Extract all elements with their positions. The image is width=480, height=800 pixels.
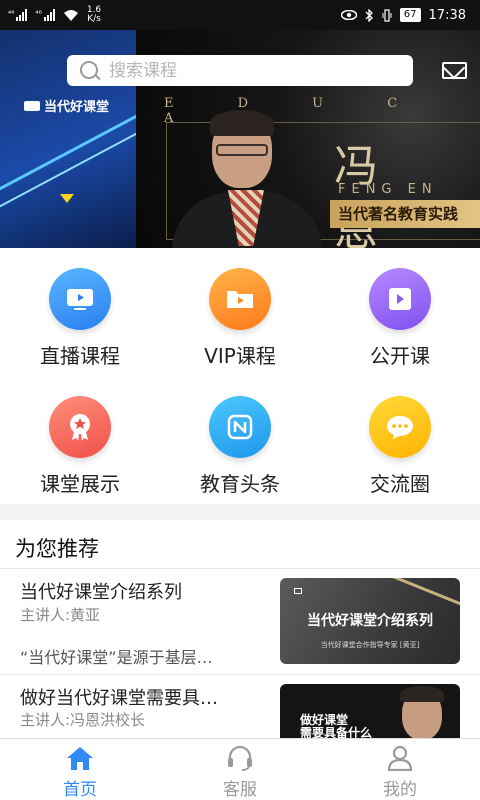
headset-icon xyxy=(228,745,252,771)
brand-logo: 当代好课堂 xyxy=(24,96,109,115)
tab-label: 客服 xyxy=(223,780,257,800)
menu-item-label: 公开课 xyxy=(370,344,430,368)
tab-mine[interactable]: 我的 xyxy=(320,739,480,800)
course-thumbnail: 做好课堂 需要具备什么 xyxy=(280,684,460,738)
menu-item-label: VIP课程 xyxy=(204,344,276,368)
category-menu: 直播课程 VIP课程 公开课 课堂展示 教育头条 交流圈 xyxy=(0,248,480,504)
decor-triangle xyxy=(60,194,74,203)
wifi-icon xyxy=(63,9,78,21)
sim2-label: ⁴⁶ xyxy=(35,9,42,18)
menu-item-vip-courses[interactable]: VIP课程 xyxy=(160,248,320,376)
signal-icon: ⁴⁶ xyxy=(8,9,28,21)
eye-icon xyxy=(340,10,357,20)
menu-item-label: 交流圈 xyxy=(370,472,430,496)
brand-logo-text: 当代好课堂 xyxy=(44,100,110,115)
folder-icon xyxy=(209,268,271,330)
search-input[interactable] xyxy=(109,60,389,81)
news-icon xyxy=(209,396,271,458)
chat-icon xyxy=(369,396,431,458)
home-icon xyxy=(67,747,93,770)
logo-mark-icon xyxy=(24,100,40,111)
recommend-section: 为您推荐 当代好课堂介绍系列 主讲人:黄亚 “当代好课堂”是源于基层… 当代好课… xyxy=(0,520,480,738)
menu-item-label: 课堂展示 xyxy=(40,472,120,496)
battery-indicator: 67 xyxy=(399,8,421,22)
speaker-portrait xyxy=(172,108,322,248)
status-bar: ⁴⁶ ⁴⁶ 1.6 K/s 67 17:38 xyxy=(0,0,480,30)
menu-item-community[interactable]: 交流圈 xyxy=(320,376,480,504)
tv-icon xyxy=(49,268,111,330)
menu-item-classroom-showcase[interactable]: 课堂展示 xyxy=(0,376,160,504)
status-left: ⁴⁶ ⁴⁶ 1.6 K/s xyxy=(8,6,101,24)
banner-pinyin: FENG EN xyxy=(338,182,438,197)
menu-item-education-news[interactable]: 教育头条 xyxy=(160,376,320,504)
sim1-label: ⁴⁶ xyxy=(8,9,15,18)
search-icon xyxy=(79,60,101,82)
bottom-tab-bar: 首页 客服 我的 xyxy=(0,738,480,800)
speed-unit: K/s xyxy=(87,14,101,24)
signal-icon: ⁴⁶ xyxy=(35,9,55,21)
video-icon xyxy=(369,268,431,330)
menu-item-live-courses[interactable]: 直播课程 xyxy=(0,248,160,376)
award-icon xyxy=(49,396,111,458)
tab-customer-service[interactable]: 客服 xyxy=(160,739,320,800)
thumbnail-title: 做好课堂 需要具备什么 xyxy=(300,713,373,739)
tab-home[interactable]: 首页 xyxy=(0,739,160,800)
menu-item-label: 教育头条 xyxy=(200,472,280,496)
course-card[interactable]: 做好当代好课堂需要具… 主讲人:冯恩洪校长 做好课堂 需要具备什么 xyxy=(0,520,480,738)
menu-item-open-class[interactable]: 公开课 xyxy=(320,248,480,376)
menu-item-label: 直播课程 xyxy=(40,344,120,368)
vibrate-icon xyxy=(382,8,392,22)
status-right: 67 17:38 xyxy=(340,7,466,23)
network-speed: 1.6 K/s xyxy=(87,6,101,24)
user-icon xyxy=(387,745,413,771)
bluetooth-icon xyxy=(365,8,373,22)
course-title: 做好当代好课堂需要具… xyxy=(20,688,218,709)
message-icon[interactable] xyxy=(442,62,467,79)
clock: 17:38 xyxy=(428,7,466,23)
tab-label: 我的 xyxy=(383,780,417,800)
tab-label: 首页 xyxy=(63,780,97,800)
search-bar[interactable] xyxy=(67,55,413,86)
decor-stripe xyxy=(0,107,151,196)
course-author: 主讲人:冯恩洪校长 xyxy=(20,711,146,729)
app-root: ⁴⁶ ⁴⁶ 1.6 K/s 67 17:38 当代好课堂 E D U C A 冯… xyxy=(0,0,480,800)
banner-slogan: 当代著名教育实践 xyxy=(330,200,480,228)
